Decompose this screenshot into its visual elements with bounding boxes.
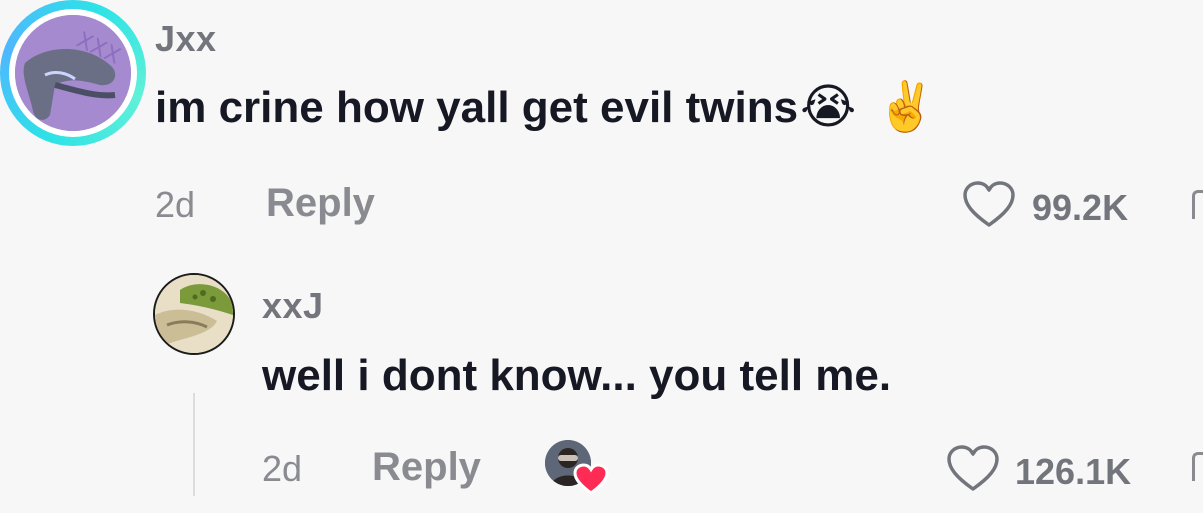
heart-outline-icon — [963, 181, 1015, 227]
dislike-icon[interactable] — [1192, 452, 1203, 481]
comment-age: 2d — [155, 184, 196, 225]
comment-body: im crine how yall get evil twins 😭 ✌️ — [155, 83, 936, 133]
avatar: XXX — [15, 15, 131, 131]
heart-outline-icon — [947, 445, 999, 491]
comment-username[interactable]: Jxx — [155, 18, 217, 60]
reply-text: well i dont know... you tell me. — [262, 351, 892, 400]
comment-like-button[interactable] — [962, 180, 1016, 230]
comment-text: im crine how yall get evil twins — [155, 83, 799, 132]
reply-like-button[interactable] — [946, 444, 1000, 494]
dislike-icon[interactable] — [1192, 190, 1203, 219]
reply-age: 2d — [262, 448, 303, 489]
avatar-ring-gap: XXX — [9, 9, 137, 137]
reply-username[interactable]: xxJ — [262, 285, 324, 327]
comment-like-count: 99.2K — [1032, 187, 1129, 228]
creator-liked-heart-icon — [573, 463, 609, 495]
peace-emoji: ✌️ — [876, 81, 936, 134]
crying-emoji: 😭 — [800, 81, 857, 134]
reply-reply-button[interactable]: Reply — [372, 445, 481, 490]
avatar-story-ring[interactable]: XXX — [0, 0, 146, 146]
reply-like-count: 126.1K — [1015, 451, 1132, 492]
reply-avatar[interactable] — [153, 273, 235, 355]
comment-reply-button[interactable]: Reply — [266, 181, 375, 226]
thread-line — [193, 393, 195, 496]
